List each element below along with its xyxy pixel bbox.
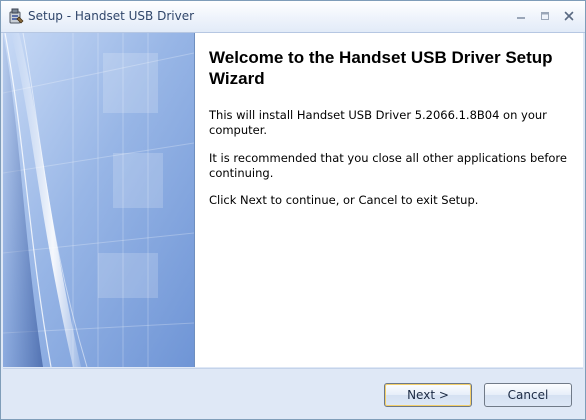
title-bar[interactable]: Setup - Handset USB Driver (1, 1, 585, 33)
setup-window: Setup - Handset USB Driver Welcome to th… (0, 0, 586, 420)
install-info-text: This will install Handset USB Driver 5.2… (209, 108, 547, 137)
minimize-icon[interactable] (512, 8, 530, 24)
wizard-content: Welcome to the Handset USB Driver Setup … (3, 33, 583, 367)
close-apps-text: It is recommended that you close all oth… (209, 151, 567, 180)
panel-divider (194, 33, 195, 367)
window-title: Setup - Handset USB Driver (28, 9, 195, 23)
button-bar: Next > Cancel (3, 368, 583, 419)
next-button[interactable]: Next > (384, 383, 472, 407)
maximize-icon[interactable] (536, 8, 554, 24)
setup-installer-icon[interactable] (7, 7, 25, 25)
continue-instructions-text: Click Next to continue, or Cancel to exi… (209, 193, 479, 207)
welcome-heading: Welcome to the Handset USB Driver Setup … (209, 48, 553, 88)
wizard-side-graphic (3, 33, 194, 367)
close-icon[interactable] (560, 8, 578, 24)
cancel-button[interactable]: Cancel (484, 383, 572, 407)
